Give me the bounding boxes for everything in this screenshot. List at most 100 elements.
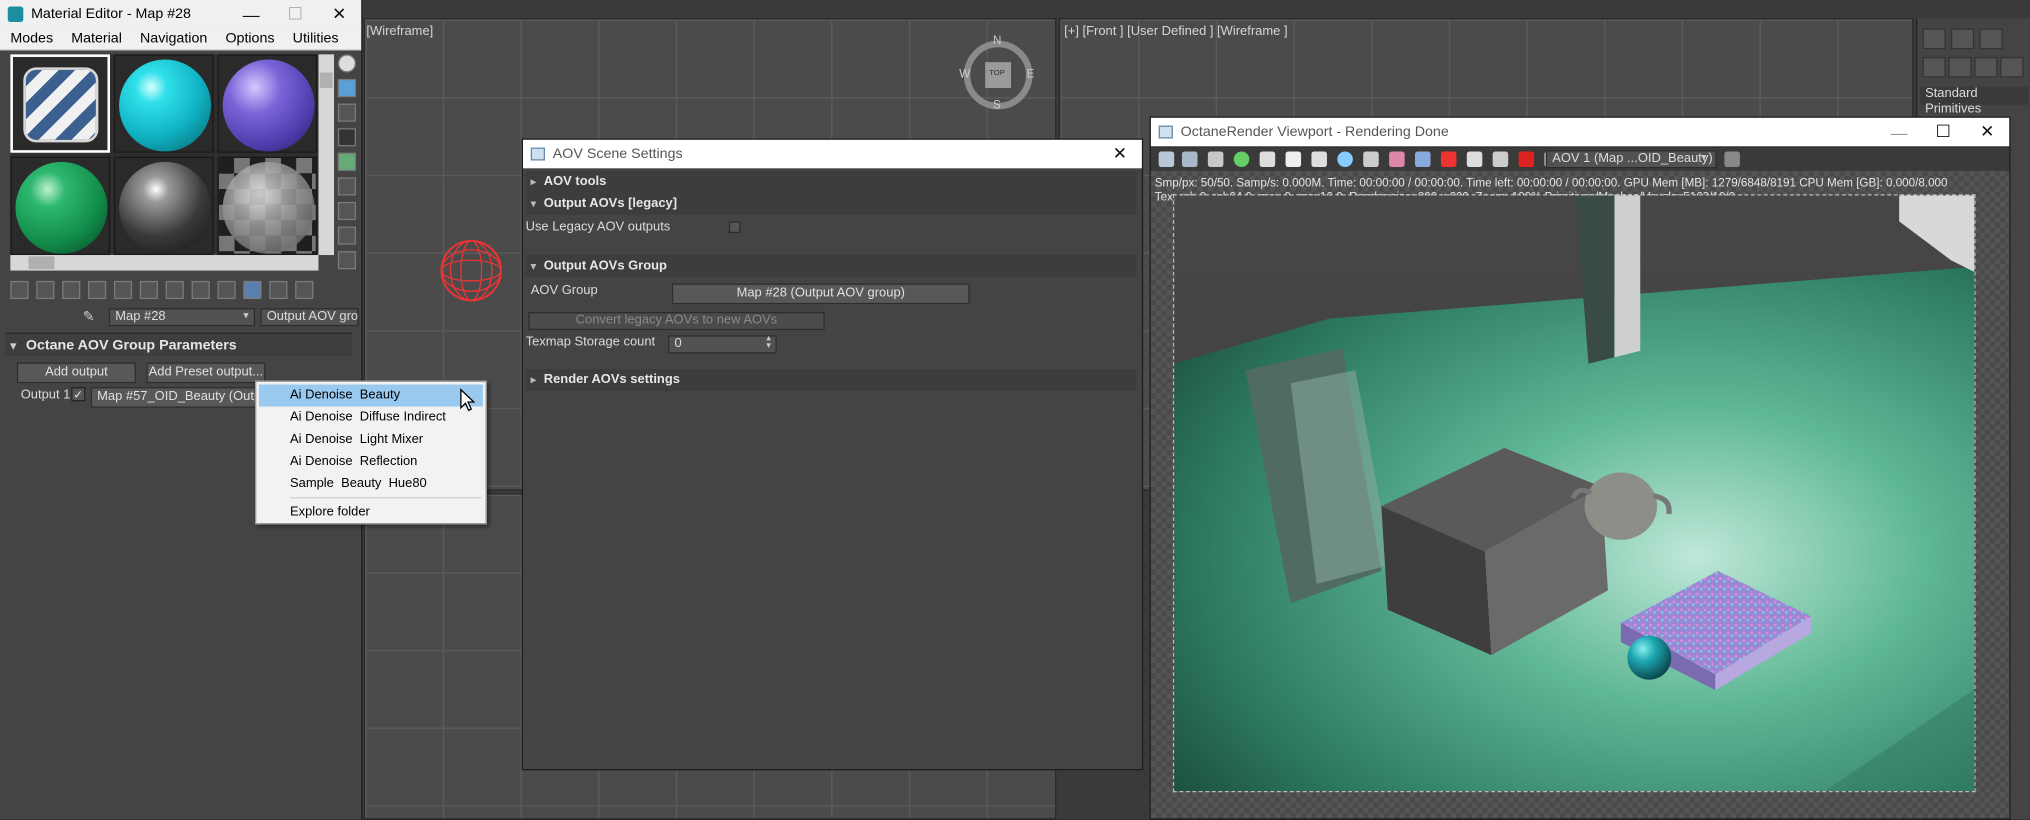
- menu-utilities[interactable]: Utilities: [282, 31, 346, 47]
- uv-tiling-icon[interactable]: [337, 128, 357, 147]
- create-tab-icon[interactable]: [1922, 28, 1946, 50]
- aov-group-button[interactable]: Map #28 (Output AOV group): [671, 283, 970, 305]
- aov-settings-titlebar[interactable]: AOV Scene Settings ✕: [523, 139, 1142, 169]
- aov-dropdown-chevron-icon[interactable]: ▾: [1701, 151, 1706, 163]
- map-name-chevron-icon[interactable]: ▾: [243, 309, 248, 321]
- menu-item-ai-denoise-diffuse-indirect[interactable]: Ai Denoise Diffuse Indirect: [259, 407, 483, 429]
- material-navigator-icon[interactable]: [337, 251, 357, 270]
- material-slot-3[interactable]: [217, 54, 318, 153]
- lock-icon[interactable]: [1259, 151, 1276, 168]
- octane-maximize-button[interactable]: ☐: [1921, 122, 1965, 143]
- menu-item-explore-folder[interactable]: Explore folder: [259, 501, 483, 523]
- pick-material-icon[interactable]: [1466, 151, 1483, 168]
- go-to-parent-icon[interactable]: [243, 280, 262, 300]
- rollout-aov-group-params[interactable]: Octane AOV Group Parameters: [5, 332, 353, 357]
- material-slot-5[interactable]: [113, 156, 214, 256]
- map-type-button[interactable]: Output AOV group: [260, 308, 359, 327]
- material-id-channel-icon[interactable]: [165, 280, 184, 300]
- spinner-arrows-icon[interactable]: ▴ ▾: [766, 334, 771, 351]
- pause-icon[interactable]: [1285, 151, 1302, 168]
- shapes-icon[interactable]: [1948, 56, 1972, 78]
- put-to-scene-icon[interactable]: [36, 280, 55, 300]
- show-shaded-icon[interactable]: [191, 280, 210, 300]
- maximize-button[interactable]: ☐: [273, 4, 317, 25]
- viewport-label-left[interactable]: [Wireframe]: [366, 25, 433, 39]
- background-icon[interactable]: [337, 103, 357, 122]
- use-legacy-checkbox[interactable]: [728, 221, 741, 234]
- refresh-icon[interactable]: [1337, 151, 1353, 168]
- render-image[interactable]: [1172, 194, 1976, 793]
- add-output-button[interactable]: Add output: [16, 362, 136, 384]
- video-color-check-icon[interactable]: [337, 152, 357, 171]
- material-editor-titlebar[interactable]: Material Editor - Map #28 — ☐ ✕: [0, 0, 362, 29]
- material-slot-4[interactable]: [10, 156, 111, 256]
- modify-tab-icon[interactable]: [1950, 28, 1975, 50]
- sample-type-icon[interactable]: [337, 54, 357, 73]
- backlight-icon[interactable]: [337, 78, 357, 98]
- section-output-aovs-group[interactable]: Output AOVs Group: [525, 255, 1137, 278]
- pick-focus-icon[interactable]: [1414, 151, 1431, 168]
- aov-close-button[interactable]: ✕: [1098, 144, 1142, 165]
- film-icon[interactable]: [1492, 151, 1509, 168]
- lights-icon[interactable]: [1974, 56, 1998, 78]
- octane-minimize-button[interactable]: —: [1877, 122, 1921, 141]
- section-render-aovs-settings[interactable]: Render AOVs settings: [525, 368, 1137, 391]
- material-slot-6[interactable]: [217, 156, 318, 256]
- minimize-button[interactable]: —: [229, 5, 273, 24]
- viewcube[interactable]: N W E S TOP: [959, 34, 1034, 112]
- restart-icon[interactable]: [1233, 151, 1250, 168]
- cameras-icon[interactable]: [2000, 56, 2024, 78]
- show-end-result-icon[interactable]: [217, 280, 236, 300]
- save-render-icon[interactable]: [1158, 151, 1175, 168]
- texmap-storage-spinner[interactable]: 0: [668, 335, 777, 354]
- make-preview-icon[interactable]: [337, 177, 357, 196]
- eyedropper-icon[interactable]: ✎: [83, 308, 95, 325]
- viewport-label-right[interactable]: [+] [Front ] [User Defined ] [Wireframe …: [1064, 25, 1287, 39]
- menu-modes[interactable]: Modes: [0, 31, 61, 47]
- close-button[interactable]: ✕: [317, 4, 361, 25]
- menu-options[interactable]: Options: [215, 31, 282, 47]
- primitive-type-dropdown[interactable]: Standard Primitives: [1919, 86, 2029, 117]
- put-to-library-icon[interactable]: [139, 280, 158, 300]
- go-forward-sibling-icon[interactable]: [269, 280, 288, 300]
- select-by-material-icon[interactable]: [337, 226, 357, 245]
- map-name-field[interactable]: Map #28: [108, 308, 256, 327]
- section-aov-tools[interactable]: AOV tools: [525, 170, 1137, 193]
- output-1-checkbox[interactable]: ✓: [71, 387, 86, 402]
- make-unique-icon[interactable]: [113, 280, 133, 300]
- copy-icon[interactable]: [1207, 151, 1224, 168]
- menu-material[interactable]: Material: [61, 31, 130, 47]
- get-material-icon[interactable]: [10, 280, 29, 300]
- hierarchy-tab-icon[interactable]: [1979, 28, 2003, 50]
- slots-vertical-scrollbar[interactable]: [318, 54, 335, 256]
- convert-legacy-button[interactable]: Convert legacy AOVs to new AOVs: [528, 311, 825, 331]
- wireframe-sphere[interactable]: [439, 238, 504, 303]
- region-icon[interactable]: [1363, 151, 1379, 168]
- section-output-aovs-legacy[interactable]: Output AOVs [legacy]: [525, 192, 1137, 215]
- options-icon[interactable]: [337, 201, 357, 221]
- menu-item-sample-beauty-hue80[interactable]: Sample Beauty Hue80: [259, 473, 483, 495]
- pick-from-object-icon[interactable]: [295, 280, 314, 300]
- reset-map-icon[interactable]: [88, 280, 107, 300]
- material-slot-1[interactable]: [10, 54, 111, 153]
- color-picker-icon[interactable]: [1389, 151, 1405, 168]
- output-1-map-button[interactable]: Map #57_OID_Beauty (Output A: [90, 387, 259, 408]
- settings-icon[interactable]: [1724, 151, 1740, 168]
- menu-navigation[interactable]: Navigation: [130, 31, 215, 47]
- stop-icon[interactable]: [1311, 151, 1327, 168]
- menu-item-ai-denoise-beauty[interactable]: Ai Denoise Beauty: [258, 384, 483, 407]
- menu-item-ai-denoise-reflection[interactable]: Ai Denoise Reflection: [259, 451, 483, 473]
- aov-settings-title: AOV Scene Settings: [552, 146, 683, 162]
- aov-select-dropdown[interactable]: AOV 1 (Map ...OID_Beauty): [1545, 150, 1717, 169]
- geometry-icon[interactable]: [1922, 56, 1946, 78]
- pick-white-balance-icon[interactable]: [1440, 151, 1457, 168]
- menu-item-ai-denoise-light-mixer[interactable]: Ai Denoise Light Mixer: [259, 429, 483, 451]
- add-preset-output-button[interactable]: Add Preset output...: [146, 362, 266, 384]
- octane-close-button[interactable]: ✕: [1965, 122, 2009, 143]
- render-passes-icon[interactable]: [1518, 151, 1535, 168]
- material-slot-2[interactable]: [113, 54, 214, 153]
- assign-material-icon[interactable]: [62, 280, 81, 300]
- open-icon[interactable]: [1181, 151, 1198, 168]
- slots-horizontal-scrollbar[interactable]: [10, 255, 319, 271]
- octane-titlebar[interactable]: OctaneRender Viewport - Rendering Done —…: [1150, 117, 2010, 147]
